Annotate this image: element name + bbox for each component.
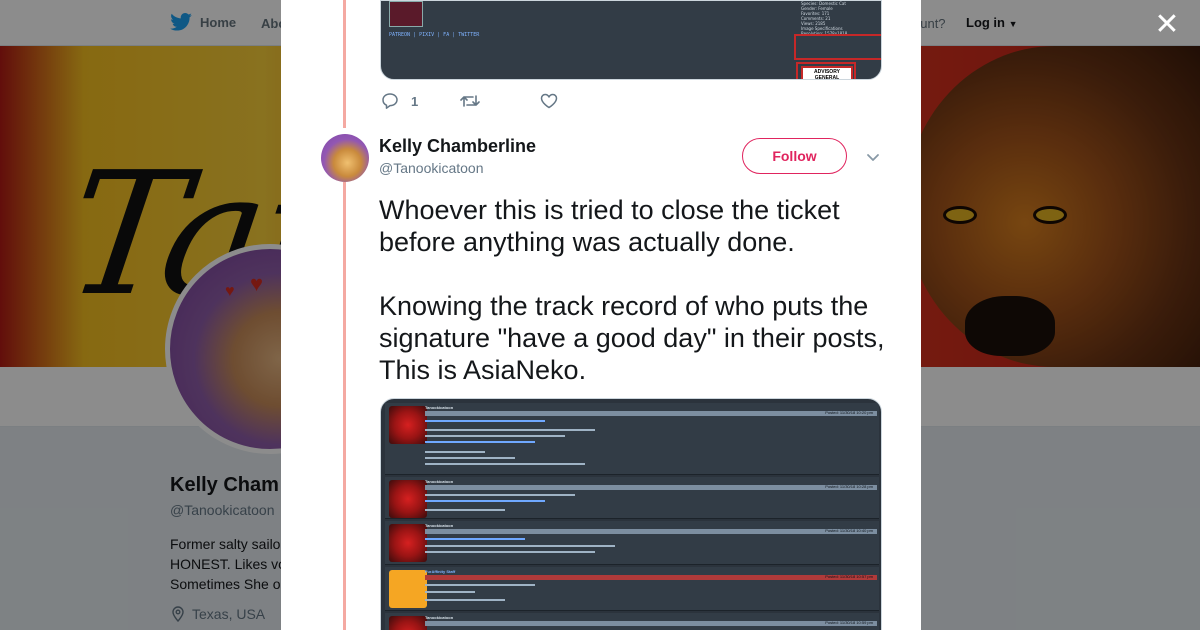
- post-line: [425, 494, 575, 496]
- post-avatar: [389, 480, 427, 518]
- post-header: Posted: 11/30/18 10:40 pm: [425, 528, 877, 534]
- post-line: [425, 429, 595, 431]
- tweet-text: Whoever this is tried to close the ticke…: [379, 195, 885, 385]
- post-date: Posted: 11/30/18 10:57 pm: [825, 574, 873, 579]
- media-post: Tanookicatoon Posted: 11/30/18 10:20 pm: [385, 403, 879, 475]
- post-date: Posted: 11/30/18 10:20 pm: [825, 410, 873, 415]
- post-header: Posted: 11/30/18 10:28 pm: [425, 484, 877, 490]
- previous-tweet-media[interactable]: PATREON | PIXIV | FA | TWITTER Species: …: [380, 0, 882, 80]
- reply-count: 1: [411, 93, 419, 109]
- media-thumbnail: [389, 1, 423, 27]
- post-date: Posted: 11/30/18 10:28 pm: [825, 484, 873, 489]
- media-post: Tanookicatoon Posted: 11/30/18 10:40 pm: [385, 521, 879, 565]
- post-line: [425, 451, 485, 453]
- tweet-media-image[interactable]: Tanookicatoon Posted: 11/30/18 10:20 pm …: [380, 398, 882, 630]
- like-action[interactable]: [540, 93, 558, 109]
- post-avatar: [389, 616, 427, 630]
- media-post: Tanookicatoon Posted: 11/30/18 10:28 pm: [385, 477, 879, 519]
- thread-connector: [343, 0, 346, 128]
- media-post: FurAffinity Staff Posted: 11/30/18 10:57…: [385, 567, 879, 611]
- post-user: Tanookicatoon: [425, 405, 454, 410]
- post-user: Tanookicatoon: [425, 523, 454, 528]
- post-line: [425, 591, 475, 593]
- post-avatar: [389, 524, 427, 562]
- post-avatar: [389, 570, 427, 608]
- reply-icon: [382, 93, 398, 109]
- post-line: [425, 441, 535, 443]
- post-date: Posted: 11/30/18 10:59 pm: [825, 620, 873, 625]
- post-line: [425, 551, 595, 553]
- highlight-box: [794, 34, 881, 60]
- heart-icon: [540, 93, 558, 109]
- post-line: [425, 463, 585, 465]
- post-avatar: [389, 406, 427, 444]
- post-line: [425, 457, 515, 459]
- previous-tweet-actions: 1: [381, 92, 558, 110]
- post-line: [425, 538, 525, 540]
- thread-connector: [343, 182, 346, 630]
- post-header: Posted: 11/30/18 10:20 pm: [425, 410, 877, 416]
- chevron-down-icon[interactable]: [863, 148, 883, 168]
- author-handle[interactable]: @Tanookicatoon: [379, 160, 484, 176]
- close-icon[interactable]: ✕: [1152, 10, 1182, 40]
- author-name[interactable]: Kelly Chamberline: [379, 136, 536, 157]
- retweet-icon: [460, 95, 481, 107]
- post-line: [425, 435, 565, 437]
- media-info-block: Species: Domestic Cat Gender: Female Fav…: [801, 1, 847, 36]
- post-header: Posted: 11/30/18 10:57 pm: [425, 574, 877, 580]
- media-post: Tanookicatoon Posted: 11/30/18 10:59 pm: [385, 613, 879, 630]
- post-line: [425, 599, 505, 601]
- author-avatar[interactable]: [321, 134, 369, 182]
- post-user: Tanookicatoon: [425, 615, 454, 620]
- post-line: [425, 584, 535, 586]
- post-line: [425, 500, 545, 502]
- advisory-label: ADVISORY GENERAL AUDIENCE: [801, 66, 853, 79]
- follow-button[interactable]: Follow: [742, 138, 847, 174]
- post-line: [425, 545, 615, 547]
- media-link-row: PATREON | PIXIV | FA | TWITTER: [389, 32, 480, 38]
- post-line: [425, 420, 545, 422]
- post-line: [425, 509, 505, 511]
- post-date: Posted: 11/30/18 10:40 pm: [825, 528, 873, 533]
- tweet-modal: PATREON | PIXIV | FA | TWITTER Species: …: [281, 0, 921, 630]
- retweet-action[interactable]: [460, 93, 481, 109]
- post-header: Posted: 11/30/18 10:59 pm: [425, 620, 877, 626]
- post-user: Tanookicatoon: [425, 479, 454, 484]
- post-user: FurAffinity Staff: [425, 569, 456, 574]
- reply-action[interactable]: 1: [381, 92, 418, 110]
